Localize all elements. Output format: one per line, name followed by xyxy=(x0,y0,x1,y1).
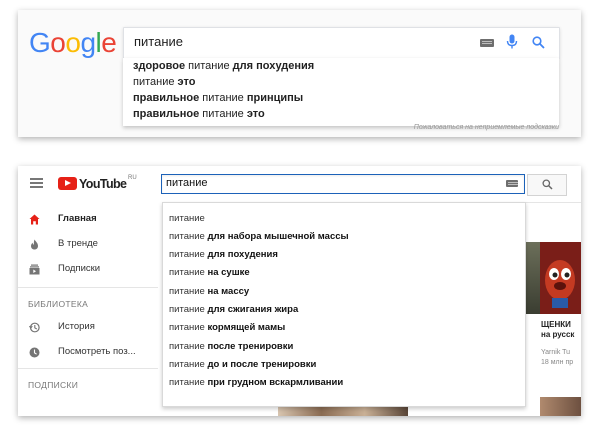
sidebar-item-trending[interactable]: В тренде xyxy=(18,237,158,255)
youtube-suggestions-dropdown: питание питание для набора мышечной масс… xyxy=(162,202,526,407)
divider xyxy=(18,287,158,288)
suggestion-item[interactable]: питание это xyxy=(133,76,195,88)
keyboard-icon[interactable] xyxy=(506,180,518,187)
suggestion-query-text: питание xyxy=(169,231,208,242)
library-section-title: БИБЛИОТЕКА xyxy=(28,299,89,309)
youtube-play-icon xyxy=(58,177,77,190)
logo-letter: e xyxy=(101,27,117,58)
suggestion-item[interactable]: питание до и после тренировки xyxy=(169,359,316,370)
history-icon xyxy=(29,322,40,333)
suggestion-completion: при грудном вскармливании xyxy=(207,377,344,388)
suggestion-completion: это xyxy=(246,108,265,120)
suggestion-query-text: питание xyxy=(169,341,208,352)
suggestion-completion: на сушке xyxy=(207,267,250,278)
youtube-header: YouTube RU xyxy=(18,166,581,203)
youtube-sidebar: Главная В тренде Подписки БИБЛИОТЕКА Ист… xyxy=(18,202,163,416)
video-title[interactable]: на русск xyxy=(541,330,574,340)
suggestion-item[interactable]: питание после тренировки xyxy=(169,341,293,352)
suggestion-item[interactable]: здоровое питание для похудения xyxy=(133,60,314,72)
logo-letter: o xyxy=(65,27,81,58)
subscriptions-icon xyxy=(29,264,40,275)
suggestion-completion: здоровое xyxy=(133,60,186,72)
suggestion-completion: это xyxy=(177,76,196,88)
suggestion-completion: правильное xyxy=(133,108,200,120)
puppy-character-image xyxy=(540,242,581,314)
subscriptions-section-title: ПОДПИСКИ xyxy=(28,380,79,390)
suggestion-item[interactable]: питание на массу xyxy=(169,286,249,297)
suggestion-item[interactable]: правильное питание принципы xyxy=(133,92,303,104)
google-suggestions-dropdown: здоровое питание для похудения питание э… xyxy=(123,58,559,126)
menu-icon[interactable] xyxy=(30,178,43,188)
suggestion-query-text: питание xyxy=(169,322,208,333)
suggestion-item[interactable]: питание для сжигания жира xyxy=(169,304,298,315)
logo-letter: G xyxy=(29,27,51,58)
sidebar-item-history[interactable]: История xyxy=(18,320,158,338)
sidebar-item-label: Главная xyxy=(58,213,97,224)
suggestion-completion: для похудения xyxy=(232,60,315,72)
suggestion-completion: на массу xyxy=(207,286,250,297)
sidebar-item-subscriptions[interactable]: Подписки xyxy=(18,262,158,280)
suggestion-item[interactable]: питание при грудном вскармливании xyxy=(169,377,343,388)
suggestion-item[interactable]: питание на сушке xyxy=(169,267,250,278)
suggestion-completion: для сжигания жира xyxy=(207,304,299,315)
suggestion-completion: после тренировки xyxy=(207,341,294,352)
suggestion-completion: принципы xyxy=(246,92,304,104)
suggestion-query-text: питание xyxy=(199,92,247,104)
google-logo[interactable]: Google xyxy=(29,27,117,59)
sidebar-item-label: Посмотреть поз... xyxy=(58,346,136,357)
google-search-panel: Google здоровое питание для похудения пи… xyxy=(18,10,581,137)
suggestion-query-text: питание xyxy=(169,359,208,370)
video-title[interactable]: ЩЕНКИ xyxy=(541,320,571,330)
logo-letter: o xyxy=(50,27,66,58)
suggestion-query-text: питание xyxy=(133,76,178,88)
google-search-box[interactable] xyxy=(123,27,560,59)
youtube-panel: YouTube RU Главная В тренде Подписки xyxy=(18,166,581,416)
suggestion-item[interactable]: питание xyxy=(169,213,205,224)
video-channel[interactable]: Yarnik Tu xyxy=(541,348,570,357)
microphone-icon[interactable] xyxy=(506,34,518,51)
suggestion-query-text: питание xyxy=(185,60,233,72)
divider xyxy=(18,368,158,369)
suggestion-query-text: питание xyxy=(169,249,208,260)
region-label: RU xyxy=(128,175,137,181)
report-suggestions-link[interactable]: Пожаловаться на неприемлемые подсказки xyxy=(414,124,559,131)
sidebar-item-label: История xyxy=(58,321,95,332)
youtube-search-box[interactable] xyxy=(161,174,525,194)
keyboard-icon[interactable] xyxy=(480,39,494,47)
suggestion-query-text: питание xyxy=(169,267,208,278)
sidebar-item-watch-later[interactable]: Посмотреть поз... xyxy=(18,345,158,363)
suggestion-completion: до и после тренировки xyxy=(207,359,317,370)
home-icon xyxy=(29,214,40,225)
suggestion-query-text: питание xyxy=(169,286,208,297)
sidebar-item-label: Подписки xyxy=(58,263,101,274)
suggestion-item[interactable]: питание кормящей мамы xyxy=(169,322,285,333)
sidebar-item-label: В тренде xyxy=(58,238,98,249)
suggestion-completion: правильное xyxy=(133,92,200,104)
suggestion-query-text: питание xyxy=(169,213,205,224)
suggestion-query-text: питание xyxy=(169,377,208,388)
suggestion-query-text: питание xyxy=(199,108,247,120)
trending-icon xyxy=(31,239,38,250)
suggestion-completion: для похудения xyxy=(207,249,278,260)
suggestion-item[interactable]: питание для набора мышечной массы xyxy=(169,231,349,242)
video-views: 18 млн пр xyxy=(541,359,574,366)
youtube-wordmark: YouTube xyxy=(79,177,127,191)
search-input[interactable] xyxy=(166,177,466,189)
suggestion-query-text: питание xyxy=(169,304,208,315)
search-button[interactable] xyxy=(527,174,567,196)
suggestion-item[interactable]: правильное питание это xyxy=(133,108,265,120)
logo-letter: g xyxy=(80,27,96,58)
search-icon xyxy=(542,179,553,190)
search-input[interactable] xyxy=(134,34,464,49)
search-icon[interactable] xyxy=(532,36,545,49)
watch-later-icon xyxy=(29,347,40,358)
suggestion-completion: для набора мышечной массы xyxy=(207,231,349,242)
suggestion-item[interactable]: питание для похудения xyxy=(169,249,278,260)
video-thumbnail[interactable] xyxy=(540,242,581,314)
suggestion-completion: кормящей мамы xyxy=(207,322,286,333)
sidebar-item-home[interactable]: Главная xyxy=(18,212,158,230)
video-thumbnail[interactable] xyxy=(540,397,581,416)
